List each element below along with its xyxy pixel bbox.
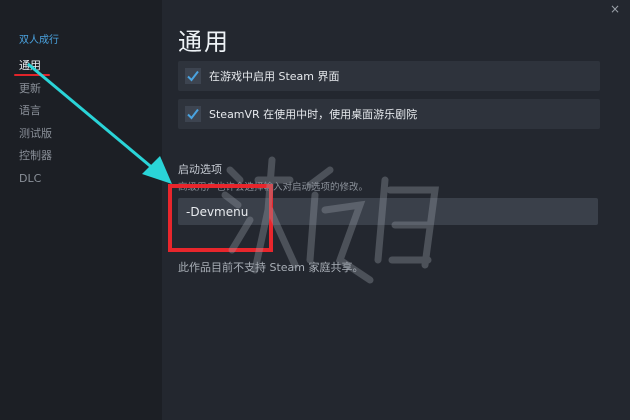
option-enable-steam-overlay[interactable]: 在游戏中启用 Steam 界面 [178, 61, 600, 91]
launch-options-label: 启动选项 [178, 163, 222, 176]
sidebar-item-controller[interactable]: 控制器 [19, 148, 52, 171]
annotation-highlight-box [168, 184, 273, 252]
checkmark-icon [187, 108, 199, 120]
option-steamvr-theater[interactable]: SteamVR 在使用中时，使用桌面游乐剧院 [178, 99, 600, 129]
page-title: 通用 [178, 28, 230, 56]
sidebar-item-general[interactable]: 通用 [14, 58, 52, 81]
properties-window: 双人成行 通用 更新 语言 测试版 控制器 DLC × 通用 在游戏中启用 St… [0, 0, 630, 420]
sidebar-item-updates[interactable]: 更新 [19, 81, 52, 104]
sidebar-nav: 通用 更新 语言 测试版 控制器 DLC [14, 58, 52, 194]
sidebar-item-betas[interactable]: 测试版 [19, 126, 52, 149]
option-label: 在游戏中启用 Steam 界面 [209, 70, 340, 83]
sidebar: 双人成行 通用 更新 语言 测试版 控制器 DLC [0, 0, 162, 420]
close-button[interactable]: × [608, 2, 622, 16]
family-sharing-note: 此作品目前不支持 Steam 家庭共享。 [178, 261, 364, 274]
overlay-checkbox[interactable] [185, 68, 201, 84]
sidebar-item-language[interactable]: 语言 [19, 103, 52, 126]
sidebar-item-dlc[interactable]: DLC [19, 171, 52, 194]
game-title: 双人成行 [19, 35, 59, 46]
checkmark-icon [187, 70, 199, 82]
option-label: SteamVR 在使用中时，使用桌面游乐剧院 [209, 108, 418, 121]
steamvr-checkbox[interactable] [185, 106, 201, 122]
close-icon: × [609, 2, 621, 16]
